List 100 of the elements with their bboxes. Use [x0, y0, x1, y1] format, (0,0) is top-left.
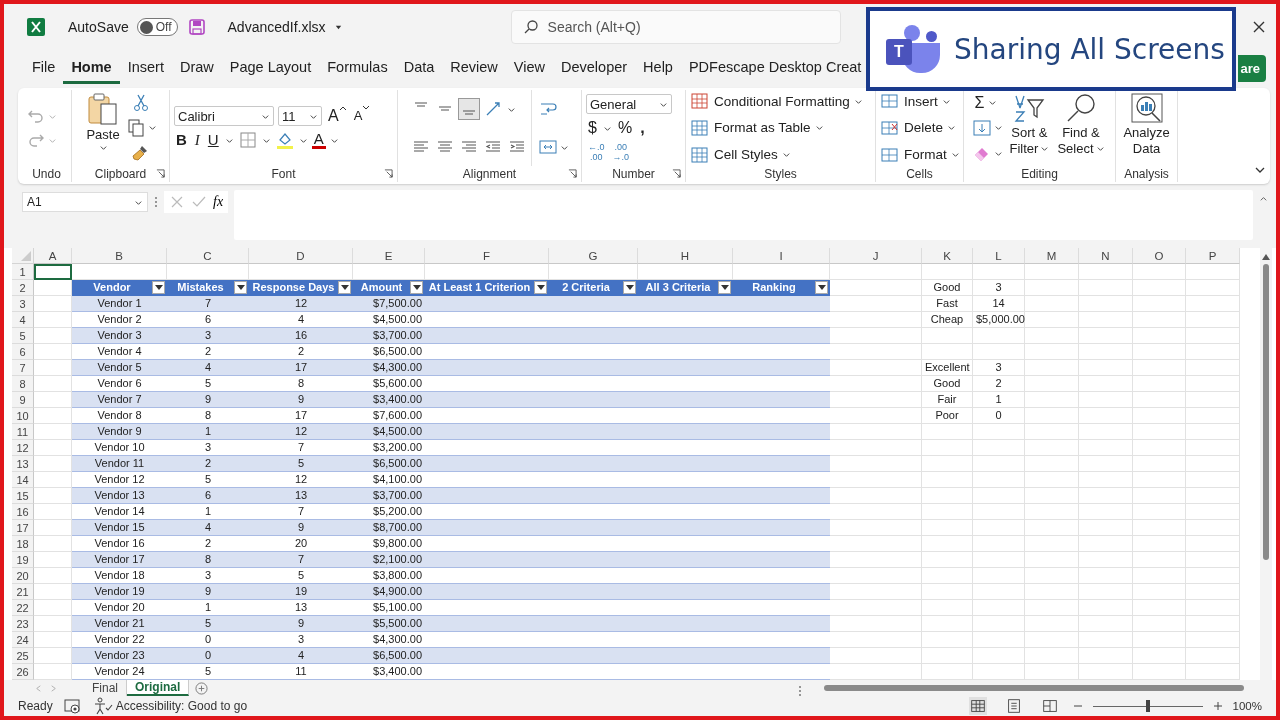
row-header[interactable]: 4 [12, 312, 34, 328]
macro-record-icon[interactable] [62, 696, 83, 716]
decrease-decimal-button[interactable]: .00 →.0 [610, 142, 632, 162]
styles-menu-button[interactable]: Cell Styles [690, 144, 791, 165]
row-header[interactable]: 21 [12, 584, 34, 600]
merge-icon[interactable] [537, 137, 558, 157]
dialog-launcher-icon[interactable] [156, 169, 165, 178]
grid-cell[interactable] [1133, 408, 1186, 424]
grid-cell[interactable] [1025, 360, 1079, 376]
grid-cell[interactable] [922, 648, 973, 664]
grid-cell[interactable] [922, 600, 973, 616]
grid-cell[interactable] [1025, 600, 1079, 616]
column-header[interactable]: H [638, 248, 733, 264]
grid-cell[interactable] [1186, 584, 1240, 600]
caret-icon[interactable] [994, 123, 1004, 133]
row-header[interactable]: 24 [12, 632, 34, 648]
grid-cell[interactable] [1133, 312, 1186, 328]
grid-cell[interactable] [1025, 616, 1079, 632]
menu-tab[interactable]: View [505, 52, 553, 84]
grid-cell[interactable] [1186, 376, 1240, 392]
grid-cell[interactable] [830, 264, 922, 280]
name-box[interactable]: A1 [22, 192, 148, 212]
shrink-font-button[interactable]: A [351, 106, 372, 126]
grid-cell[interactable] [830, 664, 922, 680]
row-header[interactable]: 5 [12, 328, 34, 344]
grid-cell[interactable] [1025, 472, 1079, 488]
grid-cell[interactable] [1133, 264, 1186, 280]
sort-filter-button[interactable]: Sort & Filter [1007, 90, 1052, 166]
increase-decimal-button[interactable]: ←.0 .00 [586, 142, 607, 162]
grid-cell[interactable] [1025, 632, 1079, 648]
grid-cell[interactable] [1186, 616, 1240, 632]
grid-cell[interactable] [1133, 520, 1186, 536]
grid-cell[interactable] [973, 456, 1025, 472]
grid-cell[interactable] [1025, 312, 1079, 328]
grid-cell[interactable] [1025, 552, 1079, 568]
column-header[interactable]: P [1186, 248, 1240, 264]
grid-cell[interactable] [1133, 488, 1186, 504]
menu-tab[interactable]: PDFescape Desktop Creat [680, 52, 870, 84]
grid-cell[interactable] [830, 648, 922, 664]
grid-cell[interactable] [973, 632, 1025, 648]
grid-cell[interactable] [1186, 648, 1240, 664]
column-header[interactable]: E [353, 248, 425, 264]
grid-cell[interactable] [1133, 360, 1186, 376]
grid-cell[interactable] [1079, 440, 1133, 456]
grid-cell[interactable] [1079, 488, 1133, 504]
grid-cell[interactable] [1133, 440, 1186, 456]
insert-function-button[interactable]: fx [211, 194, 226, 210]
grid-cell[interactable] [1186, 440, 1240, 456]
close-icon[interactable] [1252, 20, 1266, 34]
next-sheet-icon[interactable] [49, 683, 58, 693]
page-break-icon[interactable] [1040, 697, 1059, 715]
grid-cell[interactable] [1025, 456, 1079, 472]
grid-cell[interactable] [1025, 376, 1079, 392]
accessibility-status[interactable]: Accessibility: Good to go [92, 696, 248, 716]
grid-cell[interactable] [1025, 280, 1079, 296]
grid-cell[interactable] [1025, 568, 1079, 584]
grid-cell[interactable] [830, 600, 922, 616]
grid-cell[interactable] [922, 472, 973, 488]
grid-cell[interactable] [1079, 360, 1133, 376]
grid-cell[interactable] [922, 520, 973, 536]
grid-cell[interactable] [830, 632, 922, 648]
grid-cell[interactable] [922, 328, 973, 344]
grid-cell[interactable] [830, 328, 922, 344]
find-select-button[interactable]: Find & Select [1055, 90, 1107, 166]
row-header[interactable]: 23 [12, 616, 34, 632]
caret-icon[interactable] [147, 123, 157, 133]
grid-cell[interactable] [830, 312, 922, 328]
menu-tab[interactable]: Developer [553, 52, 636, 84]
file-name[interactable]: AdvancedIf.xlsx [227, 19, 326, 35]
grid-cell[interactable] [1186, 408, 1240, 424]
menu-tab[interactable]: Page Layout [221, 52, 320, 84]
grid-cell[interactable] [922, 568, 973, 584]
column-header[interactable]: K [922, 248, 973, 264]
grid-cell[interactable] [1079, 344, 1133, 360]
zoom-in-icon[interactable] [1212, 701, 1223, 711]
fill-down-icon[interactable] [972, 118, 993, 138]
grid-cell[interactable] [1025, 440, 1079, 456]
normal-view-icon[interactable] [968, 697, 987, 715]
grid-cell[interactable] [1186, 600, 1240, 616]
column-header[interactable]: I [733, 248, 830, 264]
row-header[interactable]: 12 [12, 440, 34, 456]
grid-cell[interactable] [1133, 296, 1186, 312]
grid-cell[interactable] [1025, 264, 1079, 280]
grow-font-button[interactable]: A [326, 106, 348, 126]
dialog-launcher-icon[interactable] [568, 169, 577, 178]
selected-cell[interactable] [34, 264, 72, 280]
row-header[interactable]: 16 [12, 504, 34, 520]
caret-icon[interactable] [988, 98, 998, 108]
add-sheet-icon[interactable] [195, 681, 209, 695]
paste-button[interactable]: Paste [84, 90, 122, 166]
menu-tab[interactable]: Review [442, 52, 506, 84]
grid-cell[interactable] [1133, 664, 1186, 680]
grid-cell[interactable] [922, 264, 973, 280]
grid-cell[interactable] [830, 568, 922, 584]
grid-cell[interactable] [1025, 344, 1079, 360]
filter-button[interactable] [718, 281, 731, 294]
comma-button[interactable]: , [638, 118, 647, 138]
grid-cell[interactable] [1186, 536, 1240, 552]
column-header[interactable]: F [425, 248, 549, 264]
column-header[interactable]: A [34, 248, 72, 264]
